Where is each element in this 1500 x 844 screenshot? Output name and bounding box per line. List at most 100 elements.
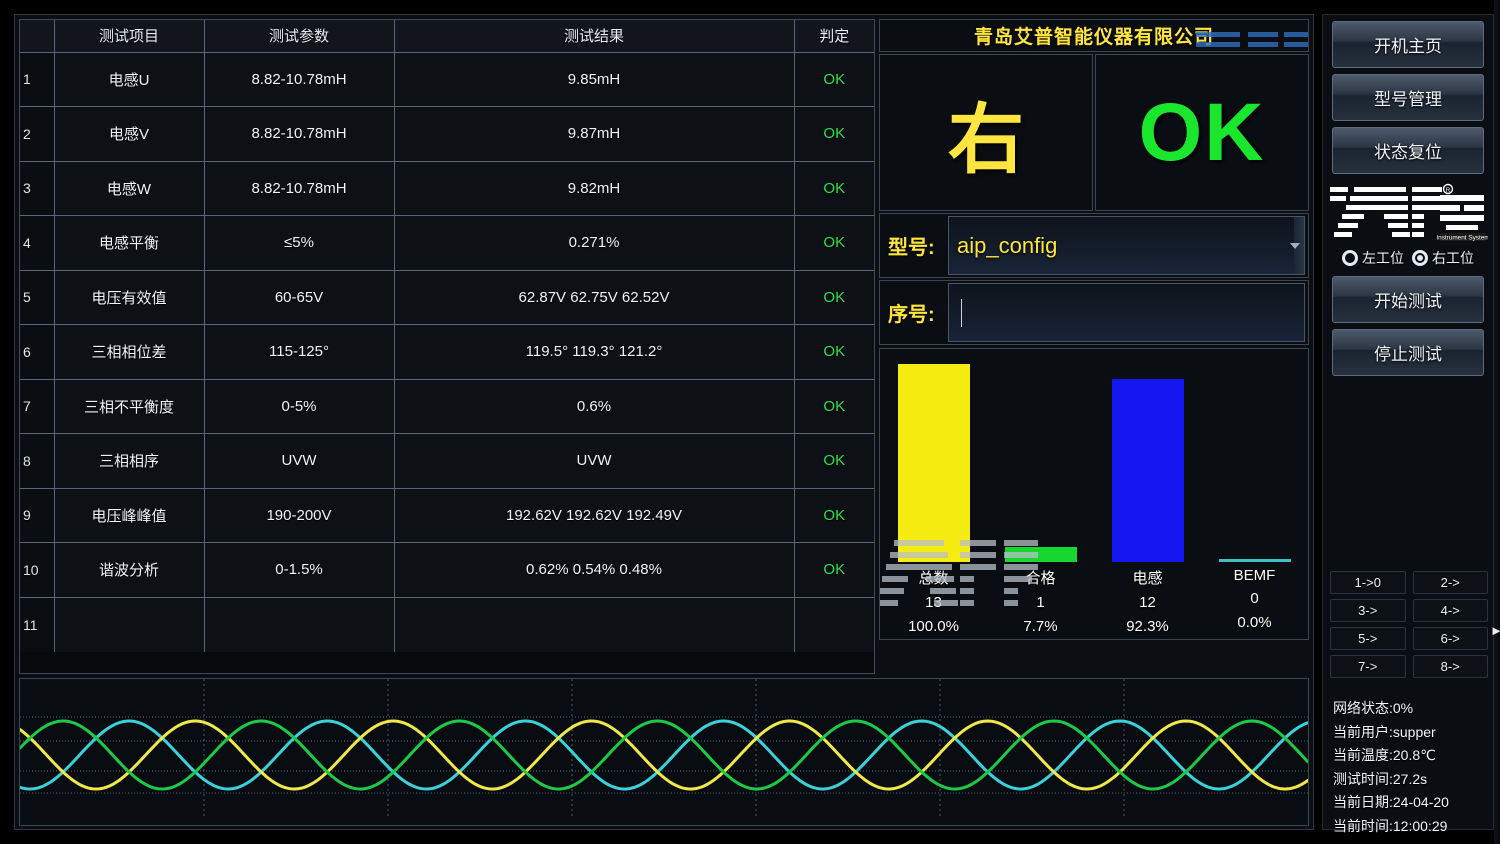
chevron-down-icon[interactable] — [1290, 242, 1300, 249]
bar-column — [880, 357, 987, 562]
table-row[interactable]: 9 电压峰峰值 190-200V 192.62V 192.62V 192.49V OK — [20, 488, 874, 543]
cell-item: 谐波分析 — [54, 542, 205, 598]
svg-text:R: R — [1446, 188, 1451, 194]
channel-button-2[interactable]: 2-> — [1412, 571, 1488, 594]
status-reset-button[interactable]: 状态复位 — [1332, 127, 1484, 174]
bar-2 — [1111, 379, 1184, 562]
table-row[interactable]: 2 电感V 8.82-10.78mH 9.87mH OK — [20, 106, 874, 162]
cell-index: 10 — [20, 542, 55, 598]
status-line-4: 当前日期:24-04-20 — [1333, 794, 1449, 810]
cell-param: UVW — [204, 433, 395, 489]
text-caret — [961, 298, 962, 327]
cell-result: 0.62% 0.54% 0.48% — [394, 542, 795, 598]
column-header-result: 测试结果 — [394, 20, 795, 53]
model-select[interactable]: aip_config — [948, 216, 1305, 275]
radio-unselected-icon[interactable] — [1342, 250, 1358, 266]
cell-index: 3 — [20, 161, 55, 216]
company-title-bar: 青岛艾普智能仪器有限公司 — [879, 19, 1309, 52]
status-line-3: 测试时间:27.2s — [1333, 770, 1428, 787]
bar-column — [987, 357, 1094, 562]
table-body: 1 电感U 8.82-10.78mH 9.85mH OK 2 电感V 8.82-10.78mH… — [20, 52, 874, 652]
bar-category-label: BEMF — [1233, 567, 1276, 584]
serial-input[interactable] — [948, 283, 1305, 342]
cell-param: 8.82-10.78mH — [204, 52, 395, 107]
station-selector: 左工位 右工位 — [1323, 246, 1493, 270]
radio-selected-icon[interactable] — [1412, 250, 1428, 266]
cell-item: 电感U — [54, 52, 205, 107]
cell-result: 0.271% — [394, 215, 795, 271]
cell-result: 192.62V 192.62V 192.49V — [394, 488, 795, 543]
model-field-row: 型号: aip_config — [879, 213, 1309, 278]
table-header-row: 测试项目 测试参数 测试结果 判定 — [20, 20, 874, 53]
table-row[interactable]: 5 电压有效值 60-65V 62.87V 62.75V 62.52V OK — [20, 270, 874, 325]
cell-item: 电感V — [54, 106, 205, 162]
cell-param: 190-200V — [204, 488, 395, 543]
scroll-right-arrow-icon[interactable]: ► — [1490, 624, 1500, 638]
cell-param — [204, 597, 395, 652]
cell-verdict: OK — [794, 161, 874, 216]
cell-verdict: OK — [794, 215, 874, 271]
cell-index: 11 — [20, 597, 55, 652]
channel-button-5[interactable]: 5-> — [1330, 627, 1406, 650]
start-test-button[interactable]: 开始测试 — [1332, 276, 1484, 323]
bar-value-label: 12 — [1139, 594, 1156, 611]
bar-label-group: 电感 12 92.3% — [1094, 567, 1201, 635]
status-line-5: 当前时间:12:00:29 — [1333, 817, 1448, 834]
station-radio-left[interactable]: 左工位 — [1342, 248, 1404, 268]
cell-param: 60-65V — [204, 270, 395, 325]
cell-param: 8.82-10.78mH — [204, 161, 395, 216]
station-side-cell: 右 — [879, 54, 1093, 211]
table-row[interactable]: 3 电感W 8.82-10.78mH 9.82mH OK — [20, 161, 874, 216]
channel-button-4[interactable]: 4-> — [1412, 599, 1488, 622]
waveform-svg — [20, 679, 1308, 817]
test-results-table-container[interactable]: 测试项目 测试参数 测试结果 判定 1 电感U 8.82-10.78mH 9.85mH… — [19, 19, 875, 674]
waveform-oscilloscope[interactable] — [19, 678, 1309, 826]
table-row[interactable]: 8 三相相序 UVW UVW OK — [20, 433, 874, 489]
channel-button-6[interactable]: 6-> — [1412, 627, 1488, 650]
channel-button-3[interactable]: 3-> — [1330, 599, 1406, 622]
bar-value-label: 13 — [925, 594, 942, 611]
bar-value-label: 1 — [1036, 594, 1045, 611]
home-button[interactable]: 开机主页 — [1332, 21, 1484, 68]
model-management-button[interactable]: 型号管理 — [1332, 74, 1484, 121]
bar-percent-label: 0.0% — [1237, 614, 1272, 631]
cell-index: 6 — [20, 324, 55, 380]
cell-param: 8.82-10.78mH — [204, 106, 395, 162]
station-right-label: 右工位 — [1432, 250, 1474, 266]
table-row[interactable]: 11 — [20, 597, 874, 652]
cell-result: UVW — [394, 433, 795, 489]
column-header-item: 测试项目 — [54, 20, 205, 53]
table-row[interactable]: 4 电感平衡 ≤5% 0.271% OK — [20, 215, 874, 271]
table-row[interactable]: 6 三相相位差 115-125° 119.5° 119.3° 121.2° OK — [20, 324, 874, 380]
bar-category-label: 合格 — [1025, 570, 1056, 587]
cell-verdict: OK — [794, 488, 874, 543]
control-sidebar: 开机主页 型号管理 状态复位 R Instrument System 左工位 右… — [1322, 14, 1494, 834]
cell-index: 8 — [20, 433, 55, 489]
channel-button-7[interactable]: 7-> — [1330, 655, 1406, 678]
cell-item: 电感平衡 — [54, 215, 205, 271]
table-row[interactable]: 7 三相不平衡度 0-5% 0.6% OK — [20, 379, 874, 434]
cell-verdict: OK — [794, 52, 874, 107]
stop-test-button[interactable]: 停止测试 — [1332, 329, 1484, 376]
bar-percent-label: 100.0% — [908, 618, 959, 635]
aip-company-logo: R Instrument System — [1323, 182, 1493, 244]
status-display-row: 右 OK — [879, 54, 1309, 211]
bar-category-label: 总数 — [918, 570, 949, 587]
channel-button-8[interactable]: 8-> — [1412, 655, 1488, 678]
column-header-param: 测试参数 — [204, 20, 395, 53]
application-window: 测试项目 测试参数 测试结果 判定 1 电感U 8.82-10.78mH 9.85mH… — [0, 0, 1500, 844]
table-row[interactable]: 10 谐波分析 0-1.5% 0.62% 0.54% 0.48% OK — [20, 542, 874, 598]
cell-verdict: OK — [794, 106, 874, 162]
station-radio-right[interactable]: 右工位 — [1412, 248, 1474, 268]
model-field-label: 型号: — [888, 237, 935, 259]
channel-button-1[interactable]: 1->0 — [1330, 571, 1406, 594]
column-header-index — [20, 20, 55, 53]
cell-item: 三相相位差 — [54, 324, 205, 380]
bar-0 — [897, 364, 970, 562]
channel-button-grid: 1->0 2-> 3-> 4-> 5-> 6-> 7-> 8-> — [1330, 571, 1488, 678]
table-row[interactable]: 1 电感U 8.82-10.78mH 9.85mH OK — [20, 52, 874, 107]
cell-verdict: OK — [794, 433, 874, 489]
cell-item: 三相不平衡度 — [54, 379, 205, 434]
test-results-table: 测试项目 测试参数 测试结果 判定 1 电感U 8.82-10.78mH 9.85mH… — [20, 20, 874, 652]
cell-result: 119.5° 119.3° 121.2° — [394, 324, 795, 380]
